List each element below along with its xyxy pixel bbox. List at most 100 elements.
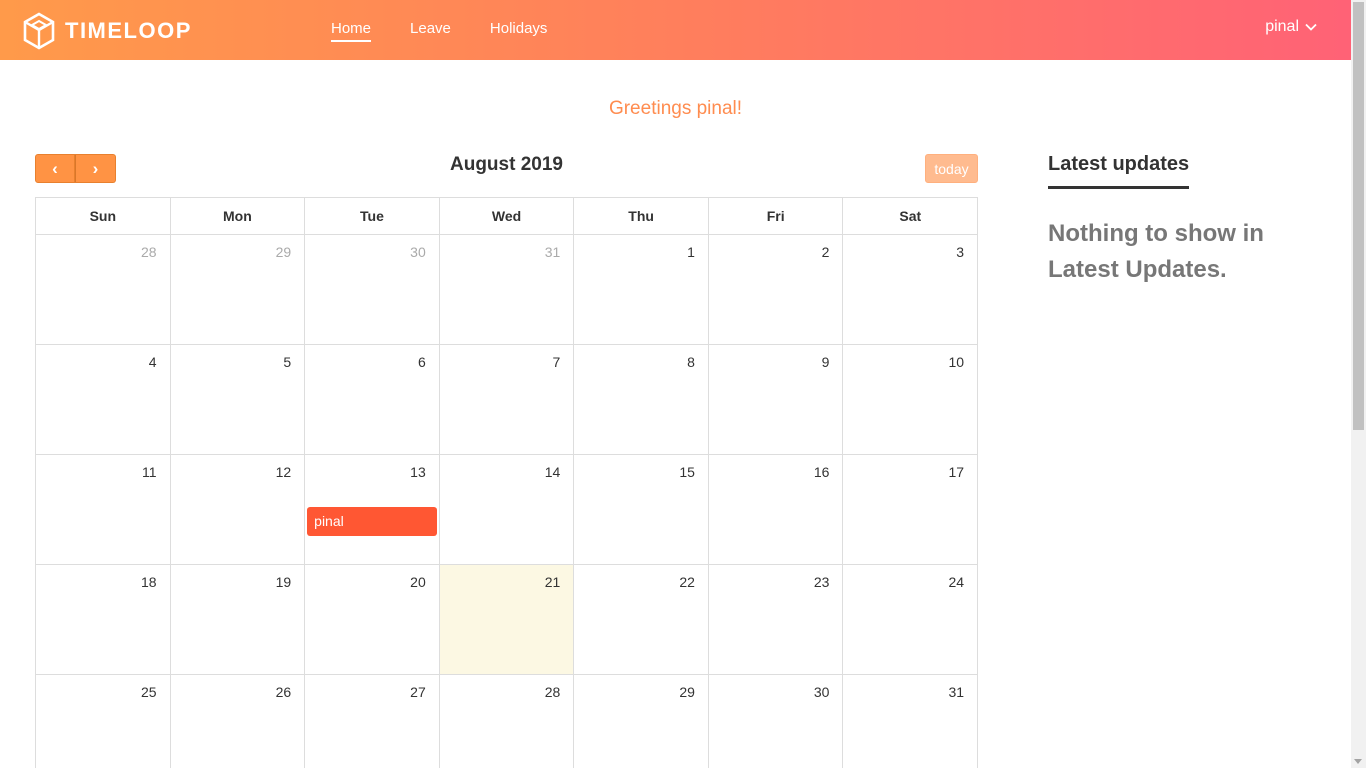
dow-sat: Sat: [899, 208, 922, 224]
day-number[interactable]: 30: [814, 684, 830, 700]
day-number[interactable]: 9: [822, 354, 830, 370]
calendar-week-row: 25 26 27 28 29 30 31: [36, 675, 977, 768]
day-number[interactable]: 23: [814, 574, 830, 590]
calendar-day-cell[interactable]: 20: [305, 565, 440, 674]
day-number[interactable]: 12: [276, 464, 292, 480]
day-number[interactable]: 15: [679, 464, 695, 480]
calendar-day-cell[interactable]: 24: [843, 565, 977, 674]
calendar-day-cell[interactable]: 31: [440, 235, 575, 344]
dow-sun: Sun: [36, 198, 171, 234]
top-navbar: TIMELOOP Home Leave Holidays pinal: [0, 0, 1351, 60]
day-number[interactable]: 28: [545, 684, 561, 700]
day-number[interactable]: 29: [276, 244, 292, 260]
page-scrollbar[interactable]: [1351, 0, 1366, 768]
calendar-day-cell[interactable]: 1: [574, 235, 709, 344]
day-number[interactable]: 8: [687, 354, 695, 370]
calendar-day-cell[interactable]: 8: [574, 345, 709, 454]
calendar-day-cell[interactable]: 25: [36, 675, 171, 768]
day-number[interactable]: 24: [948, 574, 964, 590]
calendar-day-cell[interactable]: 29: [171, 235, 306, 344]
month-calendar: Sun Mon Tue Wed Thu Fri Sat 28 29 30 31 1 2 3 4…: [35, 197, 978, 768]
day-number[interactable]: 25: [141, 684, 157, 700]
calendar-title: August 2019: [450, 154, 563, 175]
calendar-day-cell[interactable]: 7: [440, 345, 575, 454]
day-of-week-header: Sun Mon Tue Wed Thu Fri Sat: [36, 198, 977, 235]
calendar-day-cell[interactable]: 15: [574, 455, 709, 564]
day-number[interactable]: 31: [545, 244, 561, 260]
calendar-week-row: 18 19 20 21 22 23 24: [36, 565, 977, 675]
calendar-day-cell[interactable]: 30: [709, 675, 844, 768]
day-number[interactable]: 29: [679, 684, 695, 700]
user-name: pinal: [1265, 18, 1299, 35]
day-number[interactable]: 31: [948, 684, 964, 700]
day-number[interactable]: 27: [410, 684, 426, 700]
calendar-day-cell[interactable]: 4: [36, 345, 171, 454]
user-menu[interactable]: pinal: [1265, 18, 1317, 36]
day-number[interactable]: 6: [418, 354, 426, 370]
calendar-day-cell[interactable]: 27: [305, 675, 440, 768]
calendar-day-cell[interactable]: 29: [574, 675, 709, 768]
calendar-day-cell[interactable]: 23: [709, 565, 844, 674]
today-button[interactable]: today: [925, 154, 978, 183]
day-number[interactable]: 21: [545, 574, 561, 590]
dow-tue: Tue: [305, 198, 440, 234]
day-number[interactable]: 18: [141, 574, 157, 590]
day-number[interactable]: 22: [679, 574, 695, 590]
scroll-down-arrow-icon[interactable]: [1354, 759, 1362, 764]
day-number[interactable]: 20: [410, 574, 426, 590]
brand-logo[interactable]: TIMELOOP: [22, 12, 192, 50]
calendar-day-cell[interactable]: 16: [709, 455, 844, 564]
calendar-day-cell[interactable]: 9: [709, 345, 844, 454]
nav-leave[interactable]: Leave: [410, 20, 451, 42]
day-number[interactable]: 26: [276, 684, 292, 700]
calendar-day-cell[interactable]: 22: [574, 565, 709, 674]
calendar-day-cell[interactable]: 19: [171, 565, 306, 674]
calendar-day-cell[interactable]: 12: [171, 455, 306, 564]
calendar-day-cell[interactable]: 14: [440, 455, 575, 564]
calendar-day-cell[interactable]: 11: [36, 455, 171, 564]
hexagon-cube-logo-icon: [23, 12, 55, 50]
calendar-day-cell[interactable]: 2: [709, 235, 844, 344]
calendar-day-cell[interactable]: 10: [843, 345, 977, 454]
day-number[interactable]: 3: [956, 244, 964, 260]
day-number[interactable]: 16: [814, 464, 830, 480]
day-number[interactable]: 4: [149, 354, 157, 370]
calendar-weeks: 28 29 30 31 1 2 3 4 5 6 7 8 9 10 11 12 13 pinal 14 15 16 17 18…: [36, 235, 977, 768]
day-number[interactable]: 28: [141, 244, 157, 260]
calendar-day-cell[interactable]: 13 pinal: [305, 455, 440, 564]
day-number[interactable]: 10: [948, 354, 964, 370]
greeting-text: Greetings pinal!: [608, 98, 743, 119]
day-number[interactable]: 1: [687, 244, 695, 260]
calendar-day-cell[interactable]: 28: [36, 235, 171, 344]
calendar-day-cell[interactable]: 31: [843, 675, 977, 768]
day-number[interactable]: 14: [545, 464, 561, 480]
calendar-day-cell[interactable]: 3: [843, 235, 977, 344]
calendar-day-cell[interactable]: 30: [305, 235, 440, 344]
latest-updates-title: Latest updates: [1048, 153, 1190, 189]
day-number[interactable]: 7: [553, 354, 561, 370]
scrollbar-thumb[interactable]: [1353, 2, 1364, 430]
dow-thu: Thu: [574, 198, 709, 234]
calendar-day-cell[interactable]: 6: [305, 345, 440, 454]
day-number[interactable]: 11: [142, 464, 157, 480]
latest-updates-empty-message: Nothing to show in Latest Updates.: [1048, 220, 1264, 283]
calendar-day-cell[interactable]: 5: [171, 345, 306, 454]
calendar-day-cell[interactable]: 26: [171, 675, 306, 768]
calendar-day-cell[interactable]: 17: [843, 455, 977, 564]
nav-holidays[interactable]: Holidays: [490, 20, 548, 42]
calendar-day-cell[interactable]: 28: [440, 675, 575, 768]
day-number[interactable]: 17: [948, 464, 964, 480]
calendar-day-cell-today[interactable]: 21: [439, 565, 575, 674]
calendar-day-cell[interactable]: 18: [36, 565, 171, 674]
main-nav: Home Leave Holidays: [331, 20, 586, 42]
latest-updates-panel: Latest updates Nothing to show in Latest…: [1048, 153, 1308, 288]
day-number[interactable]: 5: [283, 354, 291, 370]
dow-wed: Wed: [440, 198, 575, 234]
day-number[interactable]: 19: [276, 574, 292, 590]
calendar-event[interactable]: pinal: [307, 507, 437, 536]
day-number[interactable]: 30: [410, 244, 426, 260]
calendar-week-row: 4 5 6 7 8 9 10: [36, 345, 977, 455]
day-number[interactable]: 2: [822, 244, 830, 260]
nav-home[interactable]: Home: [331, 20, 372, 42]
day-number[interactable]: 13: [410, 464, 426, 480]
